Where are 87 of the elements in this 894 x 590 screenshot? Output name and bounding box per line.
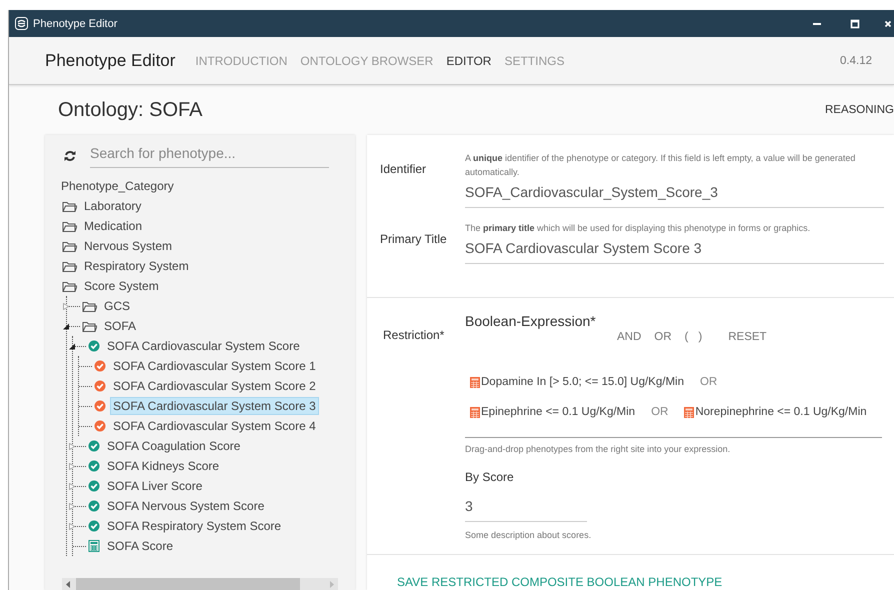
calculator-icon (470, 406, 480, 418)
title-field[interactable]: SOFA Cardiovascular System Score 3 (465, 235, 884, 264)
expression-phenotype[interactable]: Norepinephrine <= 0.1 Ug/Kg/Min (695, 406, 867, 418)
tree-item[interactable]: SOFA Nervous System Score (104, 497, 268, 515)
window-title: Phenotype Editor (33, 18, 118, 30)
expand-triangle-icon[interactable] (69, 523, 75, 530)
score-label: By Score (465, 470, 515, 484)
operator-button[interactable]: ( (678, 329, 694, 345)
tree-item[interactable]: Respiratory System (81, 257, 192, 275)
search-field[interactable]: Search for phenotype... (90, 143, 329, 168)
collapse-triangle-icon[interactable] (63, 323, 69, 330)
tree-item[interactable]: SOFA Coagulation Score (104, 437, 244, 455)
tree-item[interactable]: SOFA (101, 317, 140, 335)
tree-item[interactable]: SOFA Cardiovascular System Score 1 (110, 357, 319, 375)
tree-item[interactable]: SOFA Respiratory System Score (104, 517, 284, 535)
calculator-icon (88, 540, 100, 552)
help-text: Some description about scores. (465, 529, 592, 542)
folder-icon (62, 240, 77, 252)
help-text: A unique identifier of the phenotype or category. If this field is left empty, a value will be generated automatically. (465, 152, 856, 179)
field-label: Primary Title (380, 231, 448, 248)
horizontal-scrollbar[interactable] (62, 578, 338, 590)
scrollbar-thumb[interactable] (76, 578, 300, 590)
check-circle-icon (88, 340, 100, 352)
collapse-triangle-icon[interactable] (69, 343, 75, 350)
app-logo-icon (15, 17, 28, 30)
check-circle-icon (88, 460, 100, 472)
minimize-icon (813, 22, 821, 24)
tree-item[interactable]: SOFA Cardiovascular System Score 2 (110, 377, 319, 395)
check-circle-icon (88, 520, 100, 532)
folder-icon (82, 320, 97, 332)
folder-icon (62, 260, 77, 272)
version-label: 0.4.12 (840, 54, 872, 66)
tree-item[interactable]: SOFA Cardiovascular System Score (104, 337, 303, 355)
tree-item[interactable]: SOFA Cardiovascular System Score 4 (110, 417, 319, 435)
check-circle-icon (94, 380, 106, 392)
check-circle-icon (88, 440, 100, 452)
app-brand: Phenotype Editor (45, 50, 176, 70)
operator-button[interactable]: RESET (722, 329, 773, 345)
maximize-icon (850, 18, 860, 28)
folder-icon (62, 200, 77, 212)
tree-item[interactable]: SOFA Score (104, 537, 176, 555)
field-label: Restriction* (383, 327, 446, 344)
tree-item[interactable]: SOFA Liver Score (104, 477, 206, 495)
expand-triangle-icon[interactable] (69, 443, 75, 450)
operator-button[interactable]: ) (692, 329, 708, 345)
expression-operator: OR (651, 406, 668, 418)
calculator-icon (470, 376, 480, 388)
expand-triangle-icon[interactable] (69, 483, 75, 490)
page-title: Ontology: SOFA (58, 98, 203, 122)
expression-heading: Boolean-Expression* (465, 313, 597, 329)
folder-icon (62, 280, 77, 292)
reasoning-link[interactable]: REASONING (824, 104, 894, 116)
help-text: The primary title which will be used for displaying this phenotype in forms or graphics. (465, 222, 812, 235)
tree-item[interactable]: Score System (81, 277, 162, 295)
tree-root: Phenotype_Category (61, 178, 175, 195)
check-circle-icon (94, 400, 106, 412)
calculator-icon (684, 406, 694, 418)
tree-item[interactable]: Nervous System (81, 237, 176, 255)
identifier-field[interactable]: SOFA_Cardiovascular_System_Score_3 (465, 179, 884, 208)
field-label: Identifier (380, 161, 428, 178)
refresh-button[interactable] (64, 150, 76, 162)
tree-item[interactable]: Laboratory (81, 197, 144, 215)
tree-item[interactable]: GCS (101, 297, 134, 315)
check-circle-icon (88, 480, 100, 492)
operator-button[interactable]: AND (611, 329, 648, 345)
close-icon (884, 20, 892, 28)
expand-triangle-icon[interactable] (69, 503, 75, 510)
check-circle-icon (88, 500, 100, 512)
check-circle-icon (94, 360, 106, 372)
help-text: Drag-and-drop phenotypes from the right site into your expression. (465, 443, 732, 456)
tree-item[interactable]: SOFA Kidneys Score (104, 457, 222, 475)
expression-phenotype[interactable]: Dopamine In [> 5.0; <= 15.0] Ug/Kg/Min (481, 376, 684, 388)
operator-button[interactable]: OR (648, 329, 678, 345)
score-field[interactable]: 3 (465, 492, 587, 522)
check-circle-icon (94, 420, 106, 432)
folder-icon (82, 300, 97, 312)
folder-icon (62, 220, 77, 232)
tree-item[interactable]: SOFA Cardiovascular System Score 3 (110, 397, 319, 415)
tree-item[interactable]: Medication (81, 217, 146, 235)
expand-triangle-icon[interactable] (69, 463, 75, 470)
expression-phenotype[interactable]: Epinephrine <= 0.1 Ug/Kg/Min (481, 406, 636, 418)
scroll-left-icon (66, 580, 70, 588)
scroll-right-icon (330, 580, 334, 588)
refresh-icon (64, 150, 76, 162)
nav-tab[interactable]: EDITOR (446, 54, 492, 68)
expression-operator: OR (700, 376, 718, 388)
expand-triangle-icon[interactable] (63, 303, 69, 310)
